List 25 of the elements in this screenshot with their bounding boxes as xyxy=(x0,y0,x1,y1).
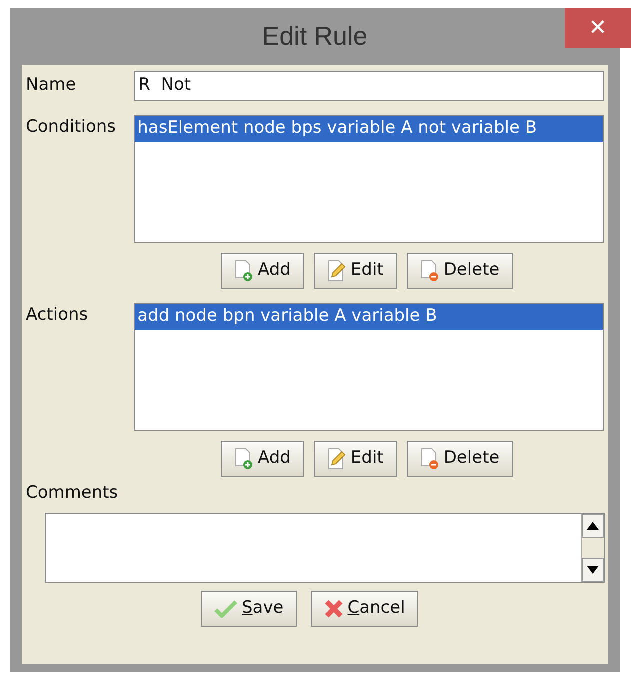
remove-document-icon xyxy=(420,448,440,470)
name-label: Name xyxy=(26,74,78,98)
add-button[interactable]: Add xyxy=(221,253,304,289)
list-item[interactable]: add node bpn variable A variable B xyxy=(134,304,603,330)
pencil-icon xyxy=(326,260,347,282)
cancel-button[interactable]: Cancel xyxy=(310,590,418,626)
add-button[interactable]: Add xyxy=(221,441,304,477)
delete-button[interactable]: Delete xyxy=(406,253,513,289)
edit-button[interactable]: Edit xyxy=(314,441,397,477)
edit-button[interactable]: Edit xyxy=(314,253,397,289)
comments-label: Comments xyxy=(26,483,118,503)
pencil-icon xyxy=(326,448,347,470)
x-mark-icon xyxy=(324,598,344,618)
window-title: Edit Rule xyxy=(262,20,368,53)
add-document-icon xyxy=(234,448,254,470)
remove-document-icon xyxy=(420,260,440,282)
list-item[interactable]: hasElement node bps variable A not variable B xyxy=(134,116,603,142)
add-document-icon xyxy=(234,260,254,282)
close-button[interactable]: ✕ xyxy=(565,8,631,48)
delete-button[interactable]: Delete xyxy=(406,441,513,477)
section-label: Actions xyxy=(26,304,90,327)
name-field[interactable]: R Not xyxy=(134,71,604,101)
save-button[interactable]: Save xyxy=(201,590,297,626)
checkmark-icon xyxy=(214,600,238,618)
section-label: Conditions xyxy=(26,116,117,139)
